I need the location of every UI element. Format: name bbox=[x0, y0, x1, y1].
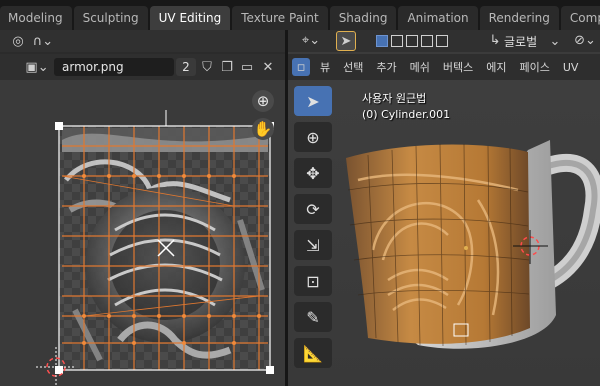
menu-select[interactable]: 선택 bbox=[343, 59, 363, 75]
select-box-tool[interactable]: ➤ bbox=[294, 86, 332, 116]
rotate-icon: ⟳ bbox=[306, 199, 320, 219]
orientation-dropdown[interactable]: 글로벌 bbox=[504, 33, 537, 50]
uv-editor: ◎ ∩⌄ ▣⌄ armor.png 2 ⛉ ❐ ▭ ✕ ⊕ ✋ bbox=[0, 30, 285, 386]
select-mode-invert-icon[interactable] bbox=[421, 35, 433, 47]
3d-viewport-editor: ⌖⌄ ➤ ↳ 글로벌 ⌄ ⊘⌄ ▫ 뷰 선택 추가 메쉬 버텍스 에지 페이스 … bbox=[288, 30, 600, 386]
chevron-down-icon[interactable]: ⌄ bbox=[550, 34, 561, 49]
tab-sculpting[interactable]: Sculpting bbox=[73, 6, 148, 30]
bounds-handle[interactable] bbox=[266, 366, 274, 374]
menu-add[interactable]: 추가 bbox=[376, 59, 396, 75]
measure-tool[interactable]: 📐 bbox=[294, 338, 332, 368]
image-header: ▣⌄ armor.png 2 ⛉ ❐ ▭ ✕ bbox=[0, 54, 285, 80]
workspace-tabs: Modeling Sculpting UV Editing Texture Pa… bbox=[0, 0, 600, 30]
menu-uv[interactable]: UV bbox=[563, 61, 579, 74]
editor-type-icon[interactable]: ▫ bbox=[292, 58, 310, 76]
image-type-icon[interactable]: ▣⌄ bbox=[25, 59, 48, 75]
measure-ruler-icon: 📐 bbox=[303, 343, 323, 363]
image-name-field[interactable]: armor.png bbox=[54, 58, 174, 76]
viewport-menu-bar: ▫ 뷰 선택 추가 메쉬 버텍스 에지 페이스 UV bbox=[288, 54, 600, 80]
viewport-3d[interactable]: 사용자 원근법 (0) Cylinder.001 ➤ ⊕ ✥ ⟳ ⇲ ⊡ ✎ 📐 bbox=[288, 80, 600, 386]
proportional-edit-icon[interactable]: ◎ bbox=[10, 34, 26, 49]
hand-pan-icon[interactable]: ✋ bbox=[252, 118, 274, 140]
cursor-target-icon: ⊕ bbox=[306, 127, 320, 147]
cursor-tool[interactable]: ⊕ bbox=[294, 122, 332, 152]
zoom-in-icon[interactable]: ⊕ bbox=[252, 90, 274, 112]
tab-rendering[interactable]: Rendering bbox=[479, 6, 559, 30]
snapping-icon[interactable]: ⊘⌄ bbox=[574, 33, 596, 48]
tool-shelf: ➤ ⊕ ✥ ⟳ ⇲ ⊡ ✎ 📐 bbox=[294, 86, 334, 374]
active-vertex bbox=[464, 246, 468, 250]
user-count[interactable]: 2 bbox=[176, 58, 196, 76]
tab-compositing[interactable]: Compositi bbox=[560, 6, 600, 30]
new-image-icon[interactable]: ❐ bbox=[219, 60, 235, 75]
fake-user-shield-icon[interactable]: ⛉ bbox=[199, 60, 215, 75]
scale-tool[interactable]: ⇲ bbox=[294, 230, 332, 260]
menu-mesh[interactable]: 메쉬 bbox=[410, 59, 430, 75]
object-info: (0) Cylinder.001 bbox=[362, 108, 451, 121]
annotate-pen-icon: ✎ bbox=[306, 307, 320, 327]
annotate-tool[interactable]: ✎ bbox=[294, 302, 332, 332]
bounds-handle[interactable] bbox=[55, 122, 63, 130]
tab-uv-editing[interactable]: UV Editing bbox=[149, 6, 231, 30]
close-icon[interactable]: ✕ bbox=[260, 60, 276, 75]
tab-texture-paint[interactable]: Texture Paint bbox=[232, 6, 328, 30]
uv-canvas-area[interactable]: ⊕ ✋ bbox=[0, 80, 285, 386]
select-arrow-icon: ➤ bbox=[306, 91, 320, 111]
rotate-tool[interactable]: ⟳ bbox=[294, 194, 332, 224]
select-mode-subtract-icon[interactable] bbox=[406, 35, 418, 47]
open-image-icon[interactable]: ▭ bbox=[239, 60, 255, 75]
menu-vertex[interactable]: 버텍스 bbox=[443, 59, 473, 75]
select-cursor-icon[interactable]: ➤ bbox=[336, 31, 356, 51]
scale-icon: ⇲ bbox=[306, 235, 320, 255]
move-arrows-icon: ✥ bbox=[306, 163, 320, 183]
tab-modeling[interactable]: Modeling bbox=[0, 6, 72, 30]
uv-header-row: ◎ ∩⌄ bbox=[0, 30, 285, 52]
transform-pivot-icon[interactable]: ⌖⌄ bbox=[298, 33, 324, 48]
tab-shading[interactable]: Shading bbox=[329, 6, 397, 30]
menu-face[interactable]: 페이스 bbox=[520, 59, 550, 75]
select-mode-extend-icon[interactable] bbox=[391, 35, 403, 47]
uv-canvas[interactable] bbox=[0, 80, 285, 386]
select-mode-buttons[interactable] bbox=[376, 35, 451, 50]
transform-icon: ⊡ bbox=[306, 271, 320, 291]
select-mode-new-icon[interactable] bbox=[376, 35, 388, 47]
tab-animation[interactable]: Animation bbox=[398, 6, 478, 30]
viewport-scene[interactable] bbox=[288, 80, 600, 386]
view-name: 사용자 원근법 bbox=[362, 92, 427, 105]
menu-edge[interactable]: 에지 bbox=[486, 59, 506, 75]
menu-view[interactable]: 뷰 bbox=[320, 59, 330, 75]
transform-tool[interactable]: ⊡ bbox=[294, 266, 332, 296]
move-tool[interactable]: ✥ bbox=[294, 158, 332, 188]
falloff-curve-icon[interactable]: ∩⌄ bbox=[32, 34, 54, 49]
viewport-tool-header: ⌖⌄ ➤ ↳ 글로벌 ⌄ ⊘⌄ bbox=[288, 30, 600, 52]
orientation-icon: ↳ bbox=[489, 33, 501, 48]
select-mode-intersect-icon[interactable] bbox=[436, 35, 448, 47]
